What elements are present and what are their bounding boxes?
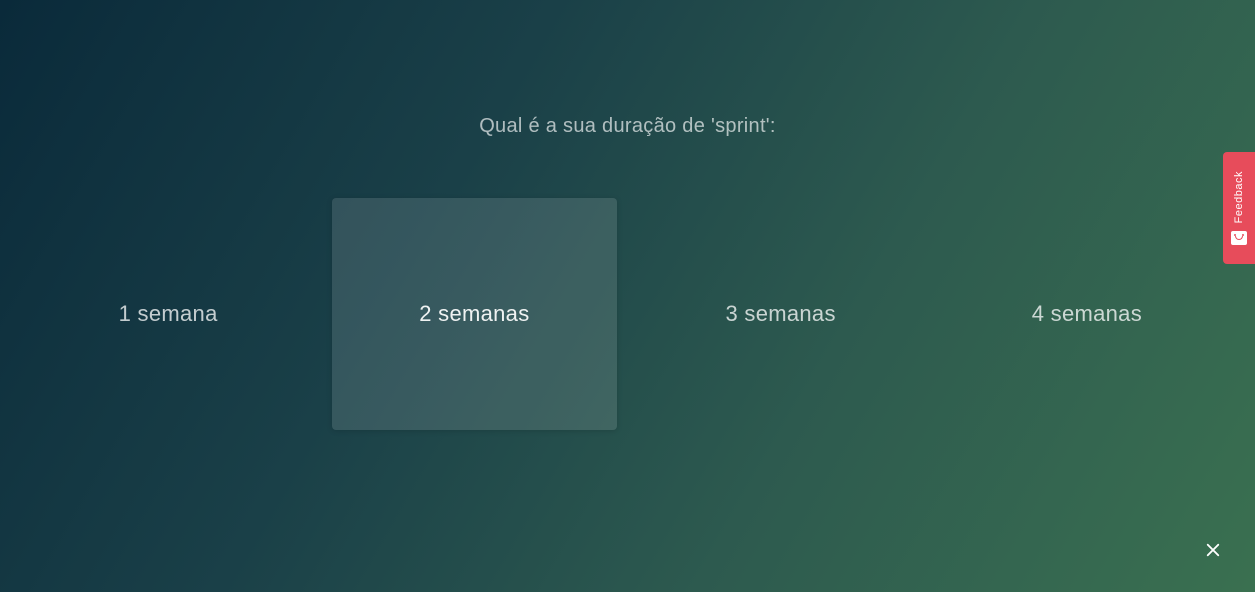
option-4-weeks[interactable]: 4 semanas (944, 198, 1229, 430)
feedback-tab[interactable]: Feedback (1223, 152, 1255, 264)
option-label: 2 semanas (419, 301, 529, 327)
option-label: 4 semanas (1032, 301, 1142, 327)
options-container: 1 semana 2 semanas 3 semanas 4 semanas (0, 198, 1255, 430)
smiley-icon (1231, 231, 1247, 245)
option-1-week[interactable]: 1 semana (26, 198, 311, 430)
feedback-label: Feedback (1233, 171, 1245, 223)
close-button[interactable] (1201, 538, 1225, 562)
sprint-duration-dialog: Qual é a sua duração de 'sprint': 1 sema… (0, 0, 1255, 592)
option-3-weeks[interactable]: 3 semanas (638, 198, 923, 430)
question-title: Qual é a sua duração de 'sprint': (479, 115, 776, 138)
close-icon (1204, 541, 1222, 559)
option-label: 1 semana (119, 301, 218, 327)
option-2-weeks[interactable]: 2 semanas (332, 198, 617, 430)
option-label: 3 semanas (725, 301, 835, 327)
